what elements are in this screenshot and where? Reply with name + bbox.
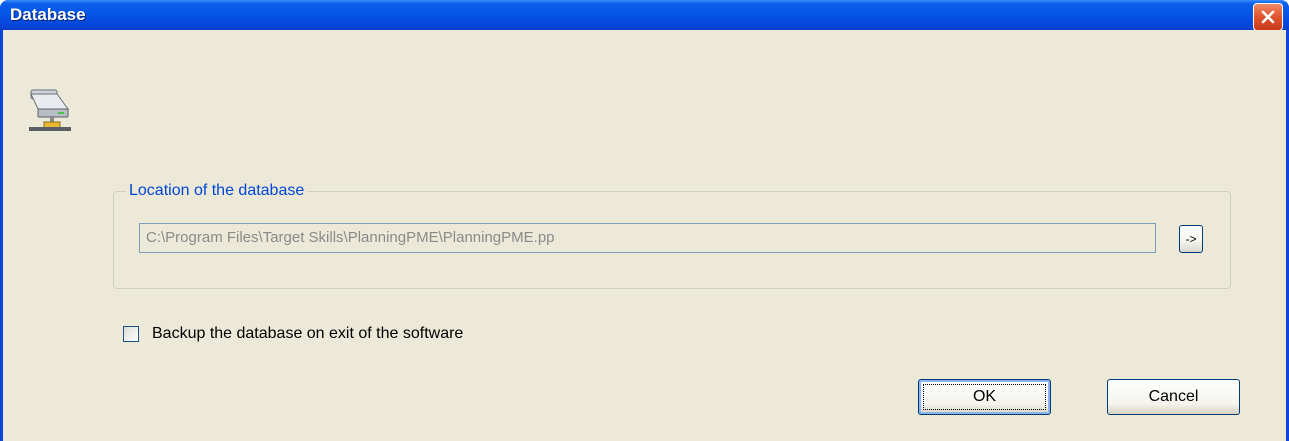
database-dialog-window: Database Location of the database C:\Pro… bbox=[0, 0, 1289, 441]
ok-button-label: OK bbox=[972, 388, 997, 405]
title-bar[interactable]: Database bbox=[0, 0, 1289, 31]
backup-checkbox-label[interactable]: Backup the database on exit of the softw… bbox=[152, 325, 463, 343]
database-path-field: C:\Program Files\Target Skills\PlanningP… bbox=[139, 223, 1156, 253]
window-title: Database bbox=[10, 5, 86, 24]
backup-checkbox[interactable] bbox=[123, 326, 139, 342]
close-icon bbox=[1261, 10, 1275, 24]
browse-button[interactable]: -> bbox=[1179, 225, 1203, 253]
database-network-icon bbox=[29, 89, 71, 131]
cancel-button-label: Cancel bbox=[1148, 388, 1199, 405]
location-group-label: Location of the database bbox=[126, 182, 308, 200]
ok-button[interactable]: OK bbox=[918, 379, 1051, 415]
location-groupbox: Location of the database C:\Program File… bbox=[113, 182, 1231, 289]
dialog-body: Location of the database C:\Program File… bbox=[3, 30, 1286, 441]
close-button[interactable] bbox=[1253, 3, 1283, 31]
cancel-button[interactable]: Cancel bbox=[1107, 379, 1240, 415]
